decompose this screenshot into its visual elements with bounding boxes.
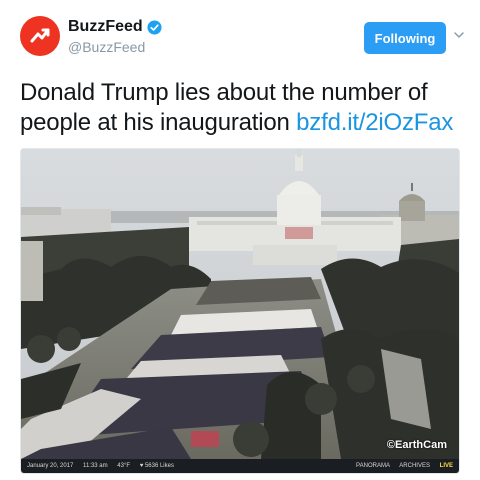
chevron-down-icon[interactable] [452, 28, 466, 42]
camera-temperature: 43°F [117, 463, 131, 469]
camera-likes: ♥ 5636 Likes [139, 463, 174, 469]
camera-status-left: January 20, 2017 11:33 am 43°F ♥ 5636 Li… [27, 463, 182, 469]
camera-status-bar: January 20, 2017 11:33 am 43°F ♥ 5636 Li… [21, 459, 459, 473]
tweet-link[interactable]: bzfd.it/2iOzFax [296, 109, 453, 136]
camera-date: January 20, 2017 [27, 463, 74, 469]
avatar[interactable] [20, 16, 60, 56]
verified-badge-icon [147, 19, 162, 35]
display-name-text[interactable]: BuzzFeed [68, 18, 143, 36]
tweet-media-photo[interactable]: ©EarthCam January 20, 2017 11:33 am 43°F… [20, 148, 460, 474]
live-link[interactable]: LIVE [440, 463, 453, 469]
earthcam-watermark: ©EarthCam [387, 439, 447, 451]
earthcam-watermark-text: EarthCam [395, 439, 447, 451]
panorama-link[interactable]: PANORAMA [356, 463, 390, 469]
account-display-name[interactable]: BuzzFeed [68, 18, 162, 36]
camera-time: 11:33 am [83, 463, 108, 469]
following-button[interactable]: Following [364, 22, 446, 54]
account-handle[interactable]: @BuzzFeed [68, 39, 162, 55]
archives-link[interactable]: ARCHIVES [399, 463, 430, 469]
camera-status-right: PANORAMA ARCHIVES LIVE [356, 463, 453, 469]
earthcam-logo-icon: © [386, 439, 396, 451]
inauguration-crowd-photo [21, 149, 459, 459]
tweet-text: Donald Trump lies about the number of pe… [20, 78, 460, 138]
buzzfeed-logo-icon [30, 28, 50, 43]
tweet-header: BuzzFeed @BuzzFeed Following [20, 14, 464, 62]
account-names: BuzzFeed @BuzzFeed [68, 18, 162, 55]
